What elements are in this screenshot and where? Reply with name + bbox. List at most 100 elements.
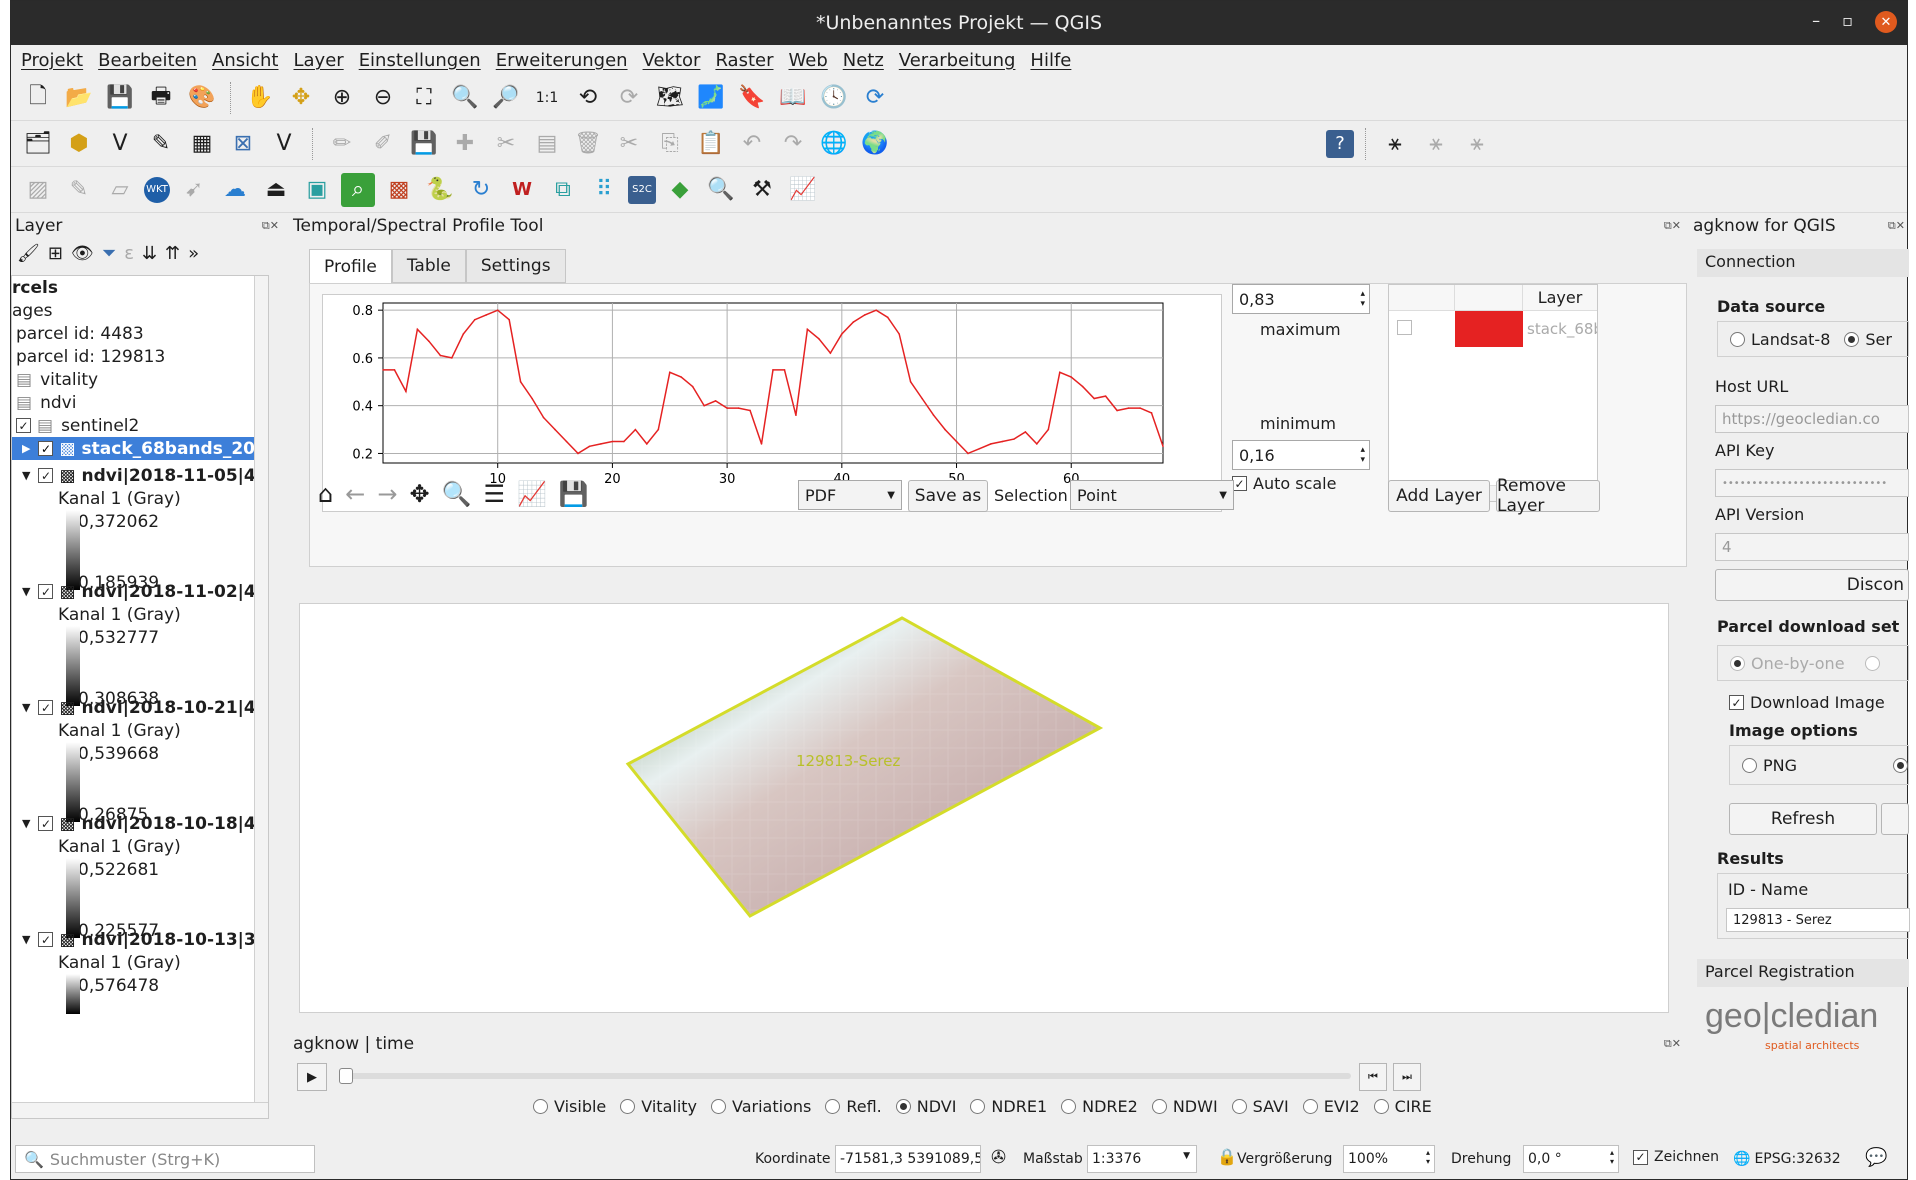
panel-float-close-icon[interactable]: ⧉✕ [1664,1037,1681,1051]
zoom-magnifier-icon[interactable]: 🔍 [442,480,472,508]
connection-section-header[interactable]: Connection [1697,249,1909,277]
format-select[interactable]: PDF ▼ [798,480,902,510]
new-map-view-icon[interactable]: 🗺 [653,81,687,115]
zoom-in-icon[interactable]: ⊕ [325,81,359,115]
coordinate-field[interactable]: -71581,3 5391089,5 [835,1145,981,1173]
horizontal-scrollbar[interactable] [12,1102,268,1118]
radio-icon[interactable] [1302,1099,1318,1114]
bookmark-icon[interactable]: 🔖 [735,81,769,115]
menu-layer[interactable]: Layer [294,50,344,71]
forward-arrow-icon[interactable]: → [377,480,397,508]
temporal-controller-icon[interactable]: 🕓 [817,81,851,115]
new-print-layout-icon[interactable]: 🖶 [144,81,178,115]
tab-settings[interactable]: Settings [465,249,566,283]
zoom-to-layer-icon[interactable]: 🔎 [489,81,523,115]
row-checkbox[interactable] [1397,319,1412,335]
panel-float-close-icon[interactable]: ⧉✕ [1664,219,1681,233]
back-arrow-icon[interactable]: ← [345,480,365,508]
collapse-arrow-icon[interactable]: ▼ [22,585,30,598]
tab-table[interactable]: Table [391,249,466,283]
list-item[interactable]: rcels [12,276,268,299]
magnifier-icon[interactable]: 🔍 [704,173,738,207]
web-search-icon[interactable]: 🌍 [858,127,892,161]
minimum-spinbox[interactable]: 0,16 ▴ ▾ [1232,440,1370,470]
zoom-next-icon[interactable]: ⟳ [612,81,646,115]
layer-row[interactable]: ▼ ✓ ▩ ndvi|2018-11-05|490 [12,464,268,487]
radio-icon[interactable] [825,1099,841,1114]
open-data-source-manager-icon[interactable]: 🗂 [21,127,55,161]
spinbox-arrows-icon[interactable]: ▴ ▾ [1360,445,1365,465]
radio-icon[interactable] [1061,1099,1077,1114]
select-tool-icon[interactable]: ⚹ [1378,127,1412,161]
option-evi2[interactable]: EVI2 [1302,1097,1360,1116]
checkbox-icon[interactable]: ✓ [1232,476,1247,491]
save-figure-icon[interactable]: 💾 [559,480,589,508]
new-temporary-layer-icon[interactable]: V [267,127,301,161]
render-checkbox[interactable]: ✓ Zeichnen [1633,1149,1719,1165]
maximum-spinbox[interactable]: 0,83 ▴ ▾ [1232,284,1370,314]
raster-calculator-icon[interactable]: ▩ [382,173,416,207]
layer-checkbox[interactable]: ✓ [38,468,54,483]
host-url-field[interactable]: https://geocledian.co [1715,405,1909,433]
radio-icon[interactable] [533,1099,548,1114]
one-by-one-radio[interactable] [1730,655,1745,671]
lock-icon[interactable]: 🔒 [1217,1147,1237,1166]
add-group-icon[interactable]: ⊞ [48,243,63,265]
list-item[interactable]: ▤ vitality [12,368,268,391]
layer-row[interactable]: ▼ ✓ ▩ ndvi|2018-10-13|396 [12,928,268,951]
download-image-checkbox[interactable]: ✓ Download Image [1729,693,1885,712]
s2c-icon[interactable]: S2C [628,175,656,204]
grid-icon[interactable]: ⠿ [587,173,621,207]
cursor-tool-icon[interactable]: ➹ [177,173,211,207]
vertical-scrollbar[interactable] [254,276,268,1118]
panel-float-close-icon[interactable]: ⧉✕ [262,219,279,233]
tab-profile[interactable]: Profile [309,249,392,283]
zoom-out-icon[interactable]: ⊖ [366,81,400,115]
option-ndwi[interactable]: NDWI [1151,1097,1218,1116]
style-manager-icon[interactable]: 🎨 [185,81,219,115]
menu-raster[interactable]: Raster [715,50,773,71]
current-edits-icon[interactable]: ✐ [366,127,400,161]
coordinate-toggle-icon[interactable]: ✇ [991,1147,1006,1168]
skip-back-button[interactable]: ⏮ [1359,1063,1387,1091]
collapse-all-icon[interactable]: ⇈ [165,243,180,265]
selected-layer-row[interactable]: ▶ ✓ ▩ stack_68bands_2022 [12,437,268,460]
home-icon[interactable]: ⌂ [318,480,333,508]
radio-icon[interactable] [620,1099,636,1114]
new-project-icon[interactable]: 🗋 [21,81,55,115]
menu-ansicht[interactable]: Ansicht [212,50,278,71]
vertex-tool-icon[interactable]: ✂ [489,127,523,161]
skip-forward-button[interactable]: ⏭ [1393,1063,1421,1091]
save-edits-icon[interactable]: 💾 [407,127,441,161]
layers-stack-icon[interactable]: ◆ [663,173,697,207]
layer-row[interactable]: ▼ ✓ ▩ ndvi|2018-11-02|490 [12,580,268,603]
disconnect-button[interactable]: Discon [1715,569,1909,601]
menu-vektor[interactable]: Vektor [643,50,701,71]
menu-web[interactable]: Web [789,50,828,71]
spinbox-arrows-icon[interactable]: ▴ ▾ [1610,1148,1614,1166]
zoom-last-icon[interactable]: ⟲ [571,81,605,115]
magnifier-field[interactable]: 100% ▴ ▾ [1343,1145,1435,1173]
radio-icon[interactable] [1231,1099,1247,1114]
digitize-icon[interactable]: ✎ [144,127,178,161]
menu-hilfe[interactable]: Hilfe [1030,50,1071,71]
maximize-icon[interactable]: ▫ [1842,11,1853,33]
collapse-arrow-icon[interactable]: ▼ [22,817,30,830]
cloud-icon[interactable]: ☁ [218,173,252,207]
spinbox-arrows-icon[interactable]: ▴ ▾ [1360,289,1365,309]
api-key-field[interactable]: •••••••••••••••••••••••••••• [1715,469,1909,497]
auto-scale-checkbox[interactable]: ✓ Auto scale [1232,474,1336,493]
locator-search[interactable]: 🔍 Suchmuster (Strg+K) [15,1145,315,1173]
list-item[interactable]: ▤ ndvi [12,391,268,414]
more-icon[interactable]: » [188,243,199,265]
delete-selected-icon[interactable]: 🗑 [571,127,605,161]
save-as-button[interactable]: Save as [908,480,988,512]
option-savi[interactable]: SAVI [1231,1097,1289,1116]
tools-icon[interactable]: ⚒ [745,173,779,207]
new-shapefile-layer-icon[interactable]: V [103,127,137,161]
new-geopackage-layer-icon[interactable]: ⬢ [62,127,96,161]
table-row[interactable]: stack_68bands [1389,311,1597,347]
redo-icon[interactable]: ↷ [776,127,810,161]
option-vitality[interactable]: Vitality [620,1097,697,1116]
checkbox-icon[interactable]: ✓ [1729,695,1744,710]
